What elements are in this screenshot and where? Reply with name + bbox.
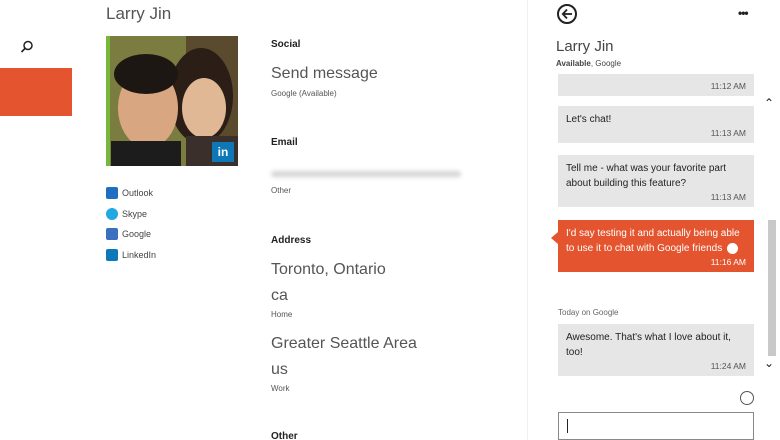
back-button[interactable] [557, 4, 577, 24]
account-skype[interactable]: Skype [106, 204, 156, 225]
day-separator: Today on Google [558, 308, 619, 317]
account-label: LinkedIn [122, 249, 157, 260]
account-label: Skype [122, 208, 148, 219]
text-caret [567, 419, 568, 433]
search-icon[interactable] [20, 40, 34, 54]
social-heading: Social [271, 39, 301, 50]
scroll-down-icon[interactable]: ⌄ [764, 356, 774, 370]
address-work-line2[interactable]: us [271, 361, 288, 379]
arrow-left-icon [561, 8, 572, 20]
message-bubble: Awesome. That's what I love about it, to… [558, 324, 754, 376]
more-options-icon[interactable]: ••• [738, 6, 749, 20]
email-heading: Email [271, 137, 298, 148]
message-time: 11:13 AM [710, 128, 746, 138]
outlook-icon [106, 187, 118, 200]
address-work-line1[interactable]: Greater Seattle Area [271, 335, 417, 353]
account-google[interactable]: Google [106, 224, 156, 245]
send-message-link[interactable]: Send message [271, 65, 378, 83]
contact-photo: in [106, 36, 238, 166]
google-icon [106, 228, 118, 241]
left-strip [0, 0, 90, 440]
status-available: Available [556, 59, 591, 68]
address-home-line1[interactable]: Toronto, Ontario [271, 261, 386, 279]
account-label: Outlook [122, 188, 154, 199]
status-network: , Google [590, 59, 622, 68]
other-heading: Other [271, 431, 298, 440]
message-text: Let's chat! [566, 114, 612, 125]
account-linkedin[interactable]: LinkedIn [106, 245, 156, 266]
account-outlook[interactable]: Outlook [106, 183, 156, 204]
chat-panel: ••• Larry Jin Available, Google 11:12 AM… [528, 0, 780, 440]
email-sub: Other [271, 186, 292, 195]
message-time: 11:12 AM [710, 81, 746, 91]
message-time: 11:16 AM [710, 257, 746, 267]
account-list: Outlook Skype Google LinkedIn [106, 183, 156, 265]
address-heading: Address [271, 235, 312, 246]
photo-accent-bar [106, 36, 110, 166]
message-time: 11:13 AM [710, 192, 746, 202]
message-text: I'd say testing it and actually being ab… [566, 228, 740, 254]
address-home-line2[interactable]: ca [271, 287, 288, 305]
message-text: Tell me - what was your favorite part ab… [566, 163, 727, 189]
linkedin-badge-icon: in [212, 142, 234, 162]
message-bubble: Tell me - what was your favorite part ab… [558, 155, 754, 207]
contact-name: Larry Jin [106, 4, 172, 23]
linkedin-icon [106, 248, 118, 261]
chat-contact-name: Larry Jin [556, 38, 614, 55]
message-time: 11:24 AM [710, 361, 746, 371]
address-work-sub: Work [271, 384, 290, 393]
selected-nav-tile[interactable] [0, 68, 72, 116]
message-text: Awesome. That's what I love about it, to… [566, 332, 731, 358]
address-home-sub: Home [271, 310, 293, 319]
scrollbar-thumb[interactable] [768, 220, 776, 356]
scroll-up-icon[interactable]: ⌃ [764, 96, 774, 110]
email-address-redacted[interactable] [271, 171, 461, 177]
skype-icon [106, 207, 118, 220]
sent-message-bubble: I'd say testing it and actually being ab… [551, 220, 754, 272]
message-bubble: Let's chat! 11:13 AM [558, 106, 754, 143]
account-label: Google [122, 229, 152, 240]
chat-status: Available, Google [556, 59, 621, 68]
send-message-sub: Google (Available) [271, 89, 337, 98]
message-bubble: 11:12 AM [558, 74, 754, 96]
smiley-icon [726, 242, 738, 254]
message-input[interactable] [558, 412, 754, 440]
emoji-icon[interactable] [740, 391, 754, 405]
